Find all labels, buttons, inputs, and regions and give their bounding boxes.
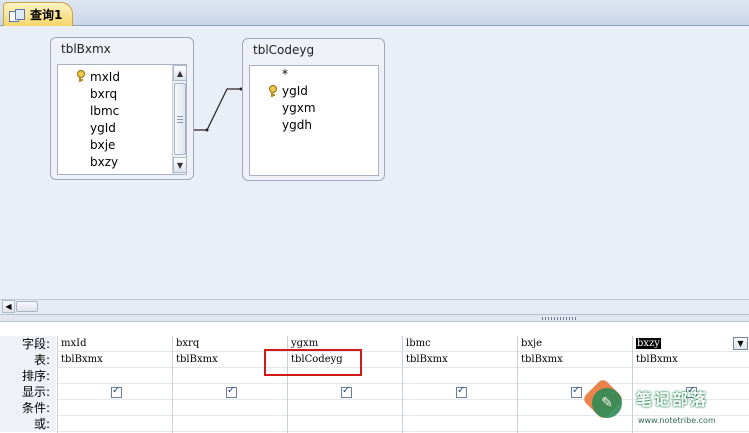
- design-pane-hscrollbar[interactable]: ◀: [0, 299, 749, 314]
- watermark-title: 笔记部落: [636, 390, 709, 409]
- field-list[interactable]: * ygId ygxm ygdh: [249, 65, 379, 176]
- show-checkbox[interactable]: [571, 385, 582, 398]
- sort-cell[interactable]: [58, 368, 172, 384]
- row-label-show: 显示:: [0, 384, 56, 400]
- table-cell[interactable]: tblBxmx: [403, 352, 517, 368]
- table-cell[interactable]: tblBxmx: [58, 352, 172, 368]
- field-item[interactable]: ygxm: [282, 100, 316, 117]
- field-cell[interactable]: bxzy ▼: [633, 336, 749, 352]
- query-icon: [8, 8, 26, 22]
- row-label-table: 表:: [0, 352, 56, 368]
- selected-field-text[interactable]: bxzy: [636, 338, 661, 349]
- watermark: ✎ 笔记部落 www.notetribe.com: [581, 377, 749, 433]
- show-checkbox[interactable]: [111, 385, 122, 398]
- field-item[interactable]: ygdh: [282, 117, 312, 134]
- or-cell[interactable]: [58, 416, 172, 432]
- scroll-left-icon[interactable]: ◀: [2, 300, 15, 313]
- table-design-pane[interactable]: tblBxmx mxId bxrq lbmc ygId bxje bxzy ▲ …: [0, 26, 749, 299]
- field-cell[interactable]: bxje: [518, 336, 632, 352]
- criteria-cell[interactable]: [173, 400, 287, 416]
- criteria-cell[interactable]: [58, 400, 172, 416]
- watermark-url: www.notetribe.com: [638, 416, 716, 425]
- primary-key-icon: [268, 85, 278, 97]
- document-tab-strip: 查询1: [0, 0, 749, 26]
- scroll-thumb[interactable]: [16, 301, 38, 312]
- chevron-down-icon[interactable]: ▼: [733, 337, 748, 350]
- or-cell[interactable]: [173, 416, 287, 432]
- or-cell[interactable]: [288, 416, 402, 432]
- field-item[interactable]: *: [282, 66, 288, 83]
- row-label-field: 字段:: [0, 336, 56, 352]
- grid-column[interactable]: mxId tblBxmx: [57, 336, 172, 433]
- pen-icon: ✎: [592, 388, 622, 418]
- show-checkbox[interactable]: [226, 385, 237, 398]
- field-item[interactable]: ygId: [282, 83, 308, 100]
- row-label-or: 或:: [0, 416, 56, 432]
- row-label-criteria: 条件:: [0, 400, 56, 416]
- row-label-sort: 排序:: [0, 368, 56, 384]
- pane-splitter[interactable]: [0, 314, 749, 322]
- sort-cell[interactable]: [403, 368, 517, 384]
- table-cell[interactable]: tblBxmx: [518, 352, 632, 368]
- field-cell[interactable]: lbmc: [403, 336, 517, 352]
- grid-column[interactable]: lbmc tblBxmx: [402, 336, 517, 433]
- criteria-cell[interactable]: [403, 400, 517, 416]
- show-checkbox[interactable]: [456, 385, 467, 398]
- tab-label: 查询1: [30, 8, 63, 22]
- table-title: tblCodeyg: [253, 43, 315, 57]
- table-box-tblCodeyg[interactable]: tblCodeyg * ygId ygxm ygdh: [242, 38, 385, 181]
- or-cell[interactable]: [403, 416, 517, 432]
- highlight-annotation-box: [264, 349, 362, 376]
- tab-query1[interactable]: 查询1: [3, 2, 73, 26]
- field-cell[interactable]: mxId: [58, 336, 172, 352]
- splitter-grip-icon[interactable]: [542, 317, 578, 320]
- criteria-cell[interactable]: [288, 400, 402, 416]
- table-cell[interactable]: tblBxmx: [633, 352, 749, 368]
- show-checkbox[interactable]: [341, 385, 352, 398]
